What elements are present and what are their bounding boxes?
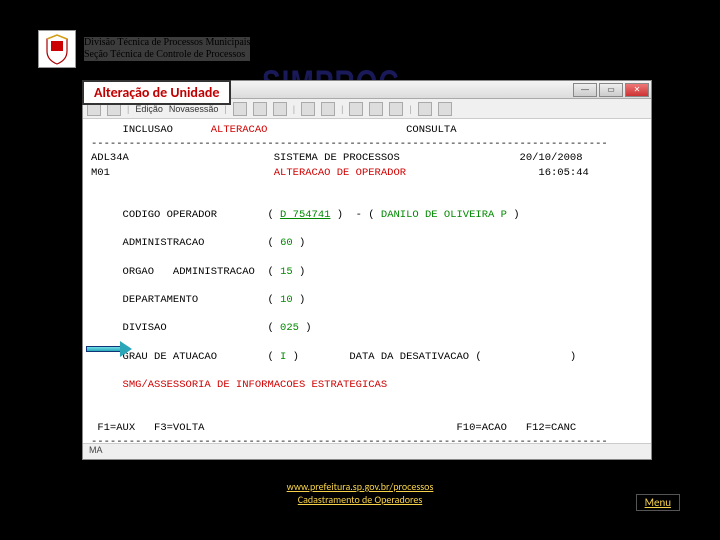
slide-tag: Alteração de Unidade — [82, 80, 231, 105]
toolbar-separator: | — [409, 104, 411, 114]
footer-link-cadastro[interactable]: Cadastramento de Operadores — [0, 493, 720, 506]
terminal-screen[interactable]: INCLUSAO ALTERACAO CONSULTA ------------… — [83, 119, 651, 443]
f1: F1=AUX — [97, 422, 135, 434]
orgao-val: 15 — [280, 266, 293, 278]
f10: F10=ACAO — [457, 422, 507, 434]
toolbar-icon[interactable] — [233, 102, 247, 116]
toolbar-icon[interactable] — [273, 102, 287, 116]
maximize-button[interactable]: ▭ — [599, 83, 623, 97]
toolbar-icon[interactable] — [321, 102, 335, 116]
f12: F12=CANC — [526, 422, 576, 434]
f3: F3=VOLTA — [154, 422, 204, 434]
menu-consulta: CONSULTA — [406, 124, 456, 136]
toolbar-icon[interactable] — [438, 102, 452, 116]
toolbar-icon[interactable] — [389, 102, 403, 116]
lbl-data-desativ: DATA DA DESATIVACAO ( — [349, 351, 481, 363]
toolbar-separator: | — [293, 104, 295, 114]
lbl-depto: DEPARTAMENTO — [123, 294, 199, 306]
lbl-orgao: ORGAO ADMINISTRACAO — [123, 266, 255, 278]
header-line2: Seção Técnica de Controle de Processos — [84, 49, 250, 61]
header-line1: Divisão Técnica de Processos Municipais — [84, 37, 250, 49]
codigo-val: D 754741 — [280, 209, 330, 221]
toolbar-icon[interactable] — [418, 102, 432, 116]
header: Divisão Técnica de Processos Municipais … — [38, 30, 250, 68]
toolbar-separator: | — [127, 104, 129, 114]
dashline: ----------------------------------------… — [91, 138, 608, 150]
toolbar-icon[interactable] — [301, 102, 315, 116]
minimize-button[interactable]: — — [573, 83, 597, 97]
footer-links: www.prefeitura.sp.gov.br/processos Cadas… — [0, 480, 720, 506]
toolbar-edit[interactable]: Edição — [135, 104, 163, 114]
menu-button[interactable]: Menu — [636, 494, 680, 511]
admin-val: 60 — [280, 237, 293, 249]
statusbar: MA — [83, 443, 651, 459]
subtitle: ALTERACAO DE OPERADOR — [274, 167, 406, 179]
toolbar-icon[interactable] — [253, 102, 267, 116]
menu-inclusao: INCLUSAO — [123, 124, 173, 136]
codigo-name: DANILO DE OLIVEIRA P — [381, 209, 507, 221]
terminal-window: — ▭ ✕ | Edição Novasessão | | | | INCLUS… — [82, 80, 652, 460]
depto-val: 10 — [280, 294, 293, 306]
sys-title: SISTEMA DE PROCESSOS — [274, 152, 400, 164]
lbl-grau: GRAU DE ATUACAO — [123, 351, 218, 363]
toolbar-separator: | — [224, 104, 226, 114]
screen-id: ADL34A — [91, 152, 129, 164]
lbl-divisao: DIVISAO — [123, 322, 167, 334]
divisao-val: 025 — [280, 322, 299, 334]
date: 20/10/2008 — [520, 152, 583, 164]
dashline: ----------------------------------------… — [91, 436, 608, 443]
time: 16:05:44 — [538, 167, 588, 179]
toolbar-newsession[interactable]: Novasessão — [169, 104, 219, 114]
status-left: MA — [89, 445, 103, 458]
pointer-arrow-icon — [86, 343, 132, 355]
lbl-codigo: CODIGO OPERADOR — [123, 209, 218, 221]
highlight-line: SMG/ASSESSORIA DE INFORMACOES ESTRATEGIC… — [123, 379, 388, 391]
close-button[interactable]: ✕ — [625, 83, 649, 97]
lbl-admin: ADMINISTRACAO — [123, 237, 205, 249]
footer-link-url[interactable]: www.prefeitura.sp.gov.br/processos — [0, 480, 720, 493]
city-crest-icon — [38, 30, 76, 68]
menu-alteracao: ALTERACAO — [211, 124, 268, 136]
toolbar-separator: | — [341, 104, 343, 114]
toolbar-icon[interactable] — [349, 102, 363, 116]
m01: M01 — [91, 167, 110, 179]
header-text: Divisão Técnica de Processos Municipais … — [84, 37, 250, 61]
toolbar-icon[interactable] — [369, 102, 383, 116]
